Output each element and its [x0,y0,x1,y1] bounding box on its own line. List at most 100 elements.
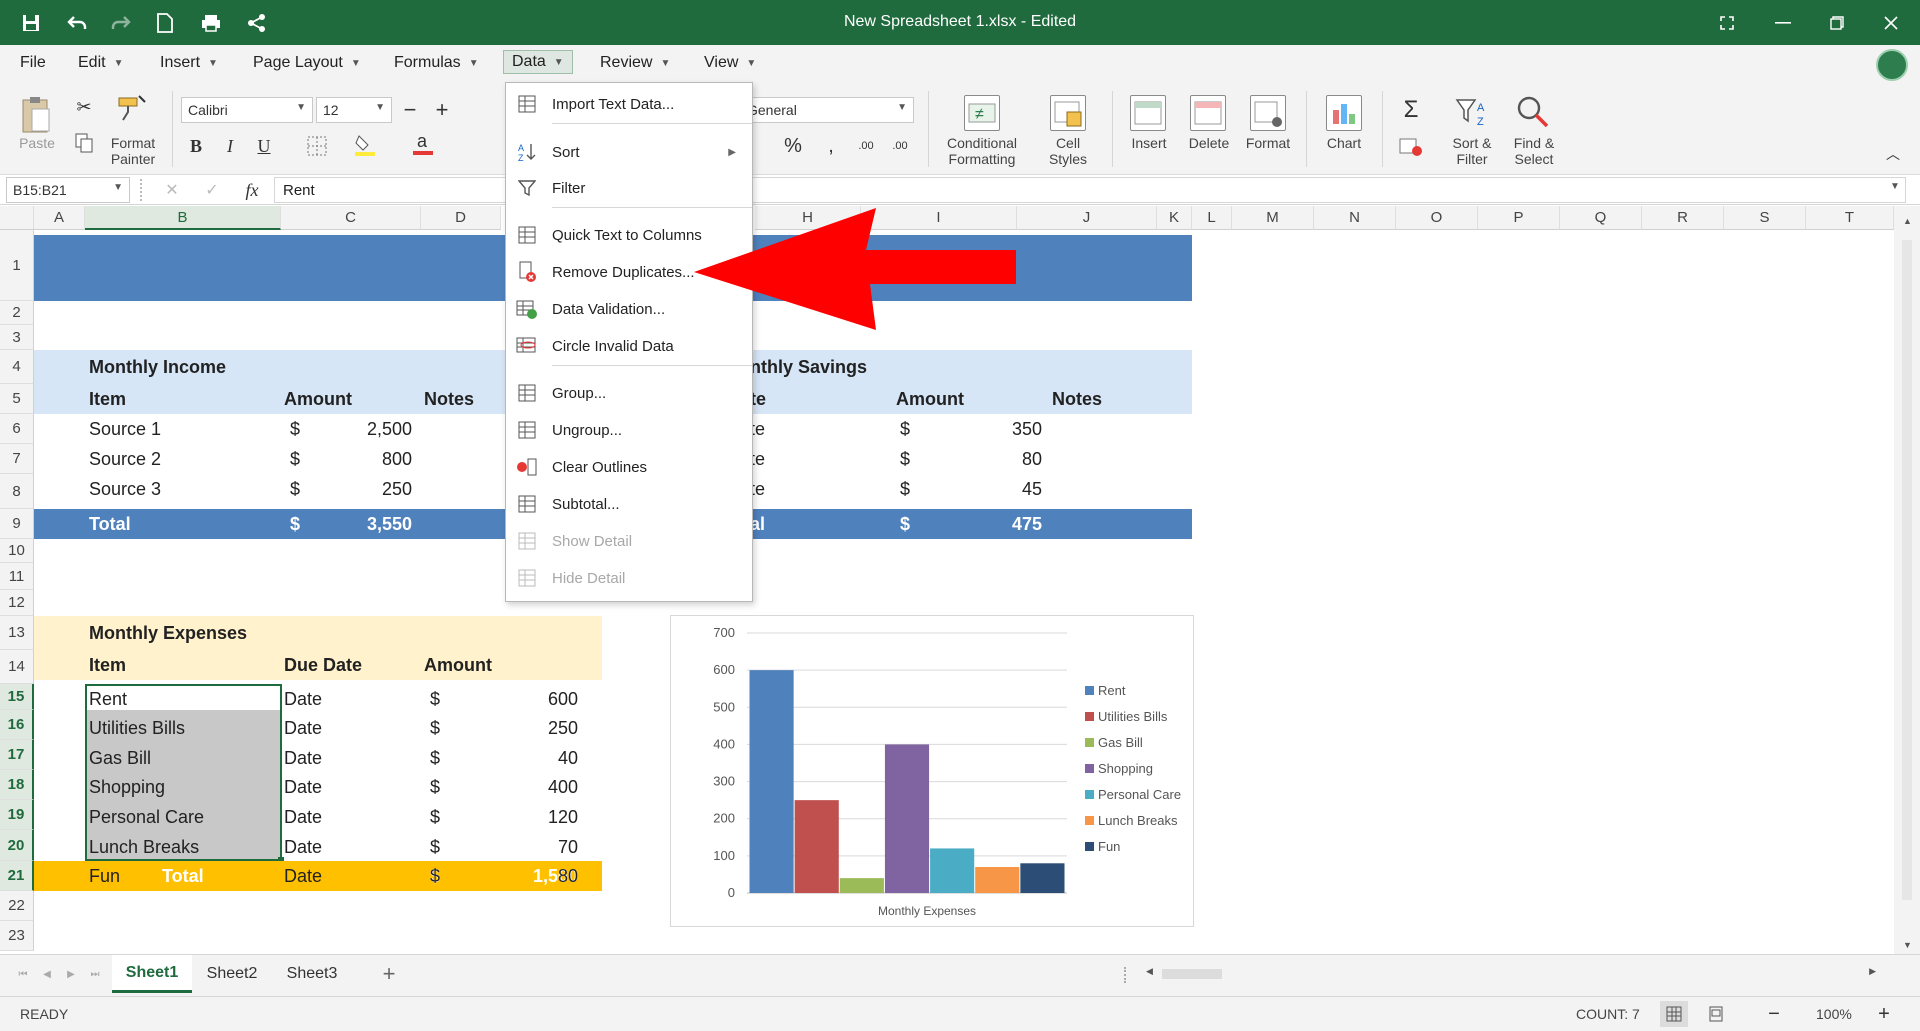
row-header-4[interactable]: 4 [0,350,34,384]
savings-title[interactable]: nthly Savings [750,350,867,384]
print-icon[interactable] [196,8,226,38]
column-header-p[interactable]: P [1478,206,1560,230]
scroll-thumb[interactable] [1902,240,1912,900]
redo-icon[interactable] [106,8,136,38]
column-header-d[interactable]: D [421,206,501,230]
expense-item[interactable]: Lunch Breaks [89,832,199,862]
expenses-header-amount[interactable]: Amount [424,650,492,680]
zoom-level[interactable]: 100% [1816,1006,1852,1022]
conditional-formatting-icon[interactable]: ≠ [964,95,1000,131]
data-menu-item-subtotal[interactable]: Subtotal... [506,489,752,519]
tabs-splitter[interactable] [1124,967,1128,983]
name-box[interactable]: B15:B21 ▼ [6,177,130,203]
income-header-notes[interactable]: Notes [424,384,474,414]
increase-font-icon[interactable]: + [428,97,456,123]
data-menu-item-sort[interactable]: A Z Sort ▶ [506,137,752,167]
row-header-12[interactable]: 12 [0,590,34,616]
chart-bar-lunch-breaks[interactable] [975,867,1020,893]
row-header-6[interactable]: 6 [0,414,34,444]
column-header-k[interactable]: K [1157,206,1192,230]
font-size-combo[interactable]: 12 ▼ [316,97,392,123]
income-item[interactable]: Source 2 [89,444,161,474]
savings-header-amount[interactable]: Amount [896,384,964,414]
minimize-icon[interactable] [1768,8,1798,38]
menu-review[interactable]: Review ▼ [600,54,670,72]
scroll-down-icon[interactable]: ▼ [1903,940,1912,950]
row-header-1[interactable]: 1 [0,230,34,301]
find-select-button[interactable]: Find & Select [1502,135,1566,167]
income-currency[interactable]: $ [290,444,300,474]
savings-currency[interactable]: $ [900,414,910,444]
data-menu-item-filter[interactable]: Filter [506,173,752,203]
comma-style-icon[interactable]: , [818,133,844,159]
savings-total-currency[interactable]: $ [900,509,910,539]
scroll-right-icon[interactable]: ▶ [1869,966,1876,977]
expense-item[interactable]: Shopping [89,773,165,803]
row-header-14[interactable]: 14 [0,650,34,684]
income-amount[interactable]: 800 [310,444,412,474]
column-header-t[interactable]: T [1806,206,1894,230]
menu-file[interactable]: File [20,54,46,72]
tab-sheet1[interactable]: Sheet1 [112,955,192,993]
column-header-l[interactable]: L [1192,206,1232,230]
autosum-icon[interactable]: Σ [1396,95,1426,125]
tab-sheet3[interactable]: Sheet3 [276,955,348,993]
increase-decimal-icon[interactable]: .00 [852,133,880,159]
row-header-9[interactable]: 9 [0,509,34,539]
column-header-r[interactable]: R [1642,206,1724,230]
chart-bar-shopping[interactable] [884,744,930,893]
income-total-currency[interactable]: $ [290,509,300,539]
chart-icon[interactable] [1326,95,1362,131]
vertical-scrollbar[interactable]: ▲ ▼ [1894,206,1920,954]
row-header-3[interactable]: 3 [0,325,34,350]
row-header-2[interactable]: 2 [0,301,34,325]
save-icon[interactable] [16,8,46,38]
restore-icon[interactable] [1822,8,1852,38]
savings-total-amount[interactable]: 475 [940,509,1042,539]
insert-function-icon[interactable]: fx [238,177,266,203]
column-header-c[interactable]: C [281,206,421,230]
savings-amount[interactable]: 45 [940,474,1042,504]
find-select-icon[interactable] [1514,93,1552,131]
first-sheet-icon[interactable]: ⏮ [14,965,32,983]
column-header-s[interactable]: S [1724,206,1806,230]
income-header-item[interactable]: Item [89,384,126,414]
row-header-20[interactable]: 20 [0,830,34,861]
confirm-entry-icon[interactable]: ✓ [200,177,224,203]
expense-due-date[interactable]: Date [284,743,322,773]
expense-item[interactable]: Personal Care [89,802,204,832]
savings-header-notes[interactable]: Notes [1052,384,1102,414]
next-sheet-icon[interactable]: ▶ [62,965,80,983]
column-header-j[interactable]: J [1017,206,1157,230]
savings-amount[interactable]: 80 [940,444,1042,474]
undo-icon[interactable] [62,8,92,38]
column-header-a[interactable]: A [34,206,85,230]
chart-bar-fun[interactable] [1020,863,1065,893]
clear-icon[interactable] [1396,133,1426,161]
page-layout-view-icon[interactable] [1702,1001,1730,1027]
last-sheet-icon[interactable]: ⏭ [86,965,104,983]
scroll-up-icon[interactable]: ▲ [1903,216,1912,226]
font-color-icon[interactable]: a [410,129,436,159]
row-header-22[interactable]: 22 [0,891,34,921]
expenses-header-due[interactable]: Due Date [284,650,362,680]
conditional-formatting-button[interactable]: Conditional Formatting [936,135,1028,167]
expense-amount[interactable]: 600 [480,684,578,714]
income-amount[interactable]: 2,500 [310,414,412,444]
chart-button[interactable]: Chart [1318,135,1370,151]
expense-due-date[interactable]: Date [284,773,322,803]
format-cells-icon[interactable] [1250,95,1286,131]
data-menu-item-ungroup[interactable]: Ungroup... [506,415,752,445]
expense-amount[interactable]: 80 [480,862,578,892]
cell-styles-button[interactable]: Cell Styles [1036,135,1100,167]
expense-currency[interactable]: $ [430,832,440,862]
normal-view-icon[interactable] [1660,1001,1688,1027]
expense-item[interactable]: Rent [89,684,127,714]
income-item[interactable]: Source 3 [89,474,161,504]
sort-filter-icon[interactable]: AZ [1454,95,1490,131]
chart-bar-personal-care[interactable] [930,848,975,893]
number-format-combo[interactable]: General ▼ [740,97,914,123]
scroll-left-icon[interactable]: ◀ [1146,966,1153,977]
copy-icon[interactable] [72,131,96,155]
expense-due-date[interactable]: Date [284,802,322,832]
